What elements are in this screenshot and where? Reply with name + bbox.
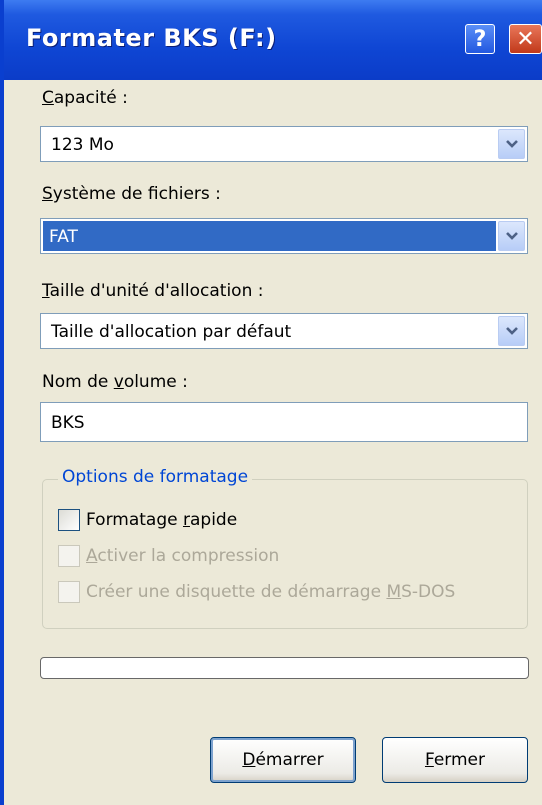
volume-label: Nom de volume : <box>42 372 188 392</box>
capacity-select[interactable]: 123 Mo <box>40 126 528 162</box>
filesystem-dropdown-button[interactable] <box>498 221 525 251</box>
close-window-button[interactable]: ✕ <box>509 24 542 54</box>
window-title: Formater BKS (F:) <box>26 24 277 52</box>
allocation-label: Taille d'unité d'allocation : <box>42 281 264 301</box>
format-dialog: Formater BKS (F:) ? ✕ Capacité : 123 Mo … <box>0 0 542 805</box>
quick-format-checkbox[interactable] <box>58 509 80 531</box>
filesystem-select[interactable]: FAT <box>40 218 528 254</box>
format-progress-bar <box>40 657 529 679</box>
msdos-startup-checkbox <box>58 581 80 603</box>
volume-name-value: BKS <box>51 413 85 433</box>
capacity-dropdown-button[interactable] <box>498 129 525 159</box>
help-button[interactable]: ? <box>465 24 495 54</box>
compression-label: Activer la compression <box>86 546 280 566</box>
allocation-dropdown-button[interactable] <box>498 316 525 346</box>
quick-format-option[interactable]: Formatage rapide <box>58 509 237 531</box>
filesystem-label: Système de fichiers : <box>42 184 221 204</box>
close-button[interactable]: Fermer <box>382 737 528 783</box>
quick-format-label: Formatage rapide <box>86 510 238 530</box>
chevron-down-icon <box>505 232 518 240</box>
chevron-down-icon <box>505 140 518 148</box>
close-icon: ✕ <box>516 26 535 52</box>
title-bar[interactable]: Formater BKS (F:) ? ✕ <box>4 0 542 80</box>
msdos-startup-option: Créer une disquette de démarrage MS-DOS <box>58 581 455 603</box>
compression-checkbox <box>58 545 80 567</box>
selection-highlight <box>43 221 496 251</box>
filesystem-value: FAT <box>49 227 78 247</box>
help-icon: ? <box>473 26 487 52</box>
allocation-select[interactable]: Taille d'allocation par défaut <box>40 313 528 349</box>
volume-name-input[interactable]: BKS <box>40 402 528 442</box>
chevron-down-icon <box>505 327 518 335</box>
format-options-title: Options de formatage <box>58 467 253 487</box>
msdos-startup-label: Créer une disquette de démarrage MS-DOS <box>86 582 456 602</box>
start-button[interactable]: Démarrer <box>210 737 356 783</box>
capacity-value: 123 Mo <box>51 135 114 155</box>
compression-option: Activer la compression <box>58 545 279 567</box>
capacity-label: Capacité : <box>42 88 128 108</box>
allocation-value: Taille d'allocation par défaut <box>51 322 292 342</box>
